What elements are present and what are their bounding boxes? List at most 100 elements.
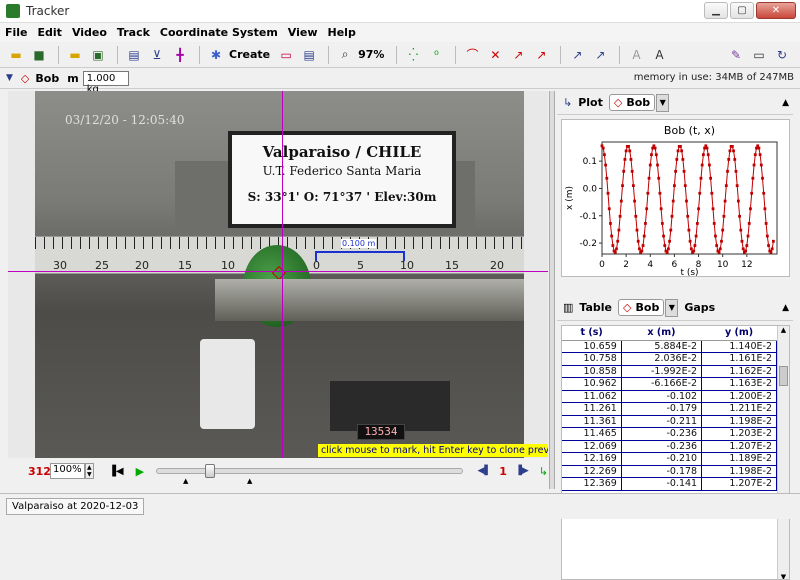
table-row[interactable]: 12.269 -0.178 1.198E-2 [562, 465, 777, 478]
acceleration-icon[interactable]: ↗ [531, 45, 551, 65]
menu-view[interactable]: View [288, 26, 318, 39]
table-row[interactable]: 12.369 -0.141 1.207E-2 [562, 477, 777, 491]
column-header-x[interactable]: x (m) [621, 326, 702, 341]
table-cell[interactable]: -0.178 [621, 465, 703, 478]
track-name[interactable]: Bob [35, 72, 59, 85]
table-cell[interactable]: 1.163E-2 [701, 377, 777, 391]
table-cell[interactable]: -0.210 [621, 452, 703, 466]
table-cell[interactable]: 11.361 [562, 415, 622, 428]
coordinate-axes-icon[interactable]: ⊻ [147, 45, 167, 65]
column-header-y[interactable]: y (m) [701, 326, 777, 341]
table-cell[interactable]: 1.211E-2 [701, 402, 777, 416]
clip-settings-icon[interactable]: ▤ [124, 45, 144, 65]
table-cell[interactable]: 11.261 [562, 402, 622, 416]
table-cell[interactable]: 1.203E-2 [701, 427, 777, 441]
table-cell[interactable]: 12.169 [562, 452, 622, 466]
menu-track[interactable]: Track [117, 26, 150, 39]
table-cell[interactable]: 10.659 [562, 340, 622, 353]
menu-coordinate-system[interactable]: Coordinate System [160, 26, 278, 39]
close-button[interactable]: ✕ [756, 2, 796, 19]
table-cell[interactable]: 11.465 [562, 427, 622, 441]
table-cell[interactable]: 1.198E-2 [701, 465, 777, 478]
maximize-button[interactable]: ▢ [730, 2, 754, 19]
video-frame[interactable]: 03/12/20 - 12:05:40 Valparaiso / CHILE U… [35, 91, 524, 458]
column-header-t[interactable]: t (s) [562, 326, 622, 341]
open-video-icon[interactable]: ▬ [65, 45, 85, 65]
table-row[interactable]: 12.069 -0.236 1.207E-2 [562, 440, 777, 453]
plot-track-button[interactable]: ◇ Bob [608, 94, 656, 111]
table-cell[interactable]: -0.236 [621, 440, 703, 453]
table-cell[interactable]: 1.200E-2 [701, 390, 777, 403]
table-row[interactable]: 10.659 5.884E-2 1.140E-2 [562, 340, 777, 353]
axis-horizontal[interactable] [8, 271, 548, 272]
loop-icon[interactable]: ↳ [539, 465, 548, 478]
table-scrollbar[interactable]: ▲ ▼ [777, 326, 789, 579]
minimize-button[interactable]: ▁ [704, 2, 728, 19]
table-cell[interactable]: 1.162E-2 [701, 365, 777, 378]
zoom-field[interactable]: 100% [50, 463, 85, 479]
table-cell[interactable]: 1.198E-2 [701, 415, 777, 428]
table-cell[interactable]: 1.161E-2 [701, 352, 777, 366]
scroll-up-icon[interactable]: ▲ [778, 326, 789, 334]
playback-slider[interactable]: ▲ ▲ [156, 464, 464, 485]
position-plot[interactable]: Bob (t, x)t (s)x (m)0 2 4 6 8 10 120.10.0-0.1-… [562, 120, 791, 278]
table-cell[interactable]: 1.140E-2 [701, 340, 777, 353]
plot-dropdown-icon[interactable]: ▼ [656, 93, 670, 112]
table-cell[interactable]: 12.269 [562, 465, 622, 478]
table-cell[interactable]: -0.102 [621, 390, 703, 403]
gaps-button[interactable]: Gaps [684, 301, 715, 314]
table-cell[interactable]: 1.207E-2 [701, 477, 777, 491]
table-icon[interactable]: ▥ [563, 301, 573, 314]
table-cell[interactable]: -0.211 [621, 415, 703, 428]
menu-file[interactable]: File [5, 26, 28, 39]
frame-number[interactable]: 312 [28, 465, 51, 478]
table-cell[interactable]: 10.758 [562, 352, 622, 366]
create-track-icon[interactable]: ✱ [206, 45, 226, 65]
refresh-icon[interactable]: ↻ [772, 45, 792, 65]
slider-thumb[interactable] [205, 464, 216, 478]
table-cell[interactable]: -6.166E-2 [621, 377, 703, 391]
zoom-level[interactable]: 97% [358, 48, 384, 61]
table-cell[interactable]: 10.962 [562, 377, 622, 391]
save-icon[interactable]: ■ [29, 45, 49, 65]
play-icon[interactable]: ▶ [136, 465, 144, 478]
trails-icon[interactable]: ⁛ [403, 45, 423, 65]
track-dropdown-icon[interactable]: ▼ [6, 73, 13, 83]
position-icon[interactable]: ✕ [485, 45, 505, 65]
step-size[interactable]: 1 [499, 465, 507, 478]
video-panel[interactable]: 03/12/20 - 12:05:40 Valparaiso / CHILE U… [8, 91, 548, 458]
table-row[interactable]: 10.758 2.036E-2 1.161E-2 [562, 352, 777, 366]
step-forward-icon[interactable]: ▐▶ [515, 466, 529, 476]
font-smaller-icon[interactable]: A [626, 45, 646, 65]
scroll-down-icon[interactable]: ▼ [778, 573, 789, 579]
table-cell[interactable]: 11.062 [562, 390, 622, 403]
table-row[interactable]: 10.858 -1.992E-2 1.162E-2 [562, 365, 777, 378]
step-back-arrow-icon[interactable]: ◀▌ [477, 466, 491, 476]
table-cell[interactable]: -0.236 [621, 427, 703, 441]
collapse-icon[interactable]: ▲ [782, 303, 789, 313]
table-cell[interactable]: 12.369 [562, 477, 622, 491]
memory-usage[interactable]: memory in use: 34MB of 247MB [634, 72, 794, 83]
scroll-thumb[interactable] [779, 366, 788, 386]
step-back-icon[interactable]: ▐◀ [108, 466, 123, 477]
table-row[interactable]: 11.062 -0.102 1.200E-2 [562, 390, 777, 403]
create-button[interactable]: Create [229, 48, 270, 61]
table-dropdown-icon[interactable]: ▼ [665, 298, 679, 317]
zoom-icon[interactable]: ⌕ [335, 45, 355, 65]
table-cell[interactable]: 1.189E-2 [701, 452, 777, 466]
table-cell[interactable]: 5.884E-2 [621, 340, 703, 353]
table-cell[interactable]: 1.207E-2 [701, 440, 777, 453]
zoom-spinner[interactable]: ▲ ▼ [84, 463, 95, 479]
font-larger-icon[interactable]: A [649, 45, 669, 65]
plot-area[interactable]: Bob (t, x) t (s) x (m) 0 2 4 6 8 10 12 0.1 0.0 -0.1-… [561, 119, 791, 278]
menu-edit[interactable]: Edit [38, 26, 62, 39]
menu-help[interactable]: Help [328, 26, 356, 39]
labels-icon[interactable]: ⁰ [426, 45, 446, 65]
table-row[interactable]: 11.261 -0.179 1.211E-2 [562, 402, 777, 416]
table-cell[interactable]: -1.992E-2 [621, 365, 703, 378]
path-icon[interactable]: ⌒ [462, 45, 482, 65]
pencil-drawing-icon[interactable]: ✎ [726, 45, 746, 65]
split-divider[interactable] [549, 91, 555, 489]
data-table[interactable]: t (s) x (m) y (m) 10.659 5.884E-2 1.140E-2… [561, 325, 790, 580]
velocity-icon[interactable]: ↗ [508, 45, 528, 65]
